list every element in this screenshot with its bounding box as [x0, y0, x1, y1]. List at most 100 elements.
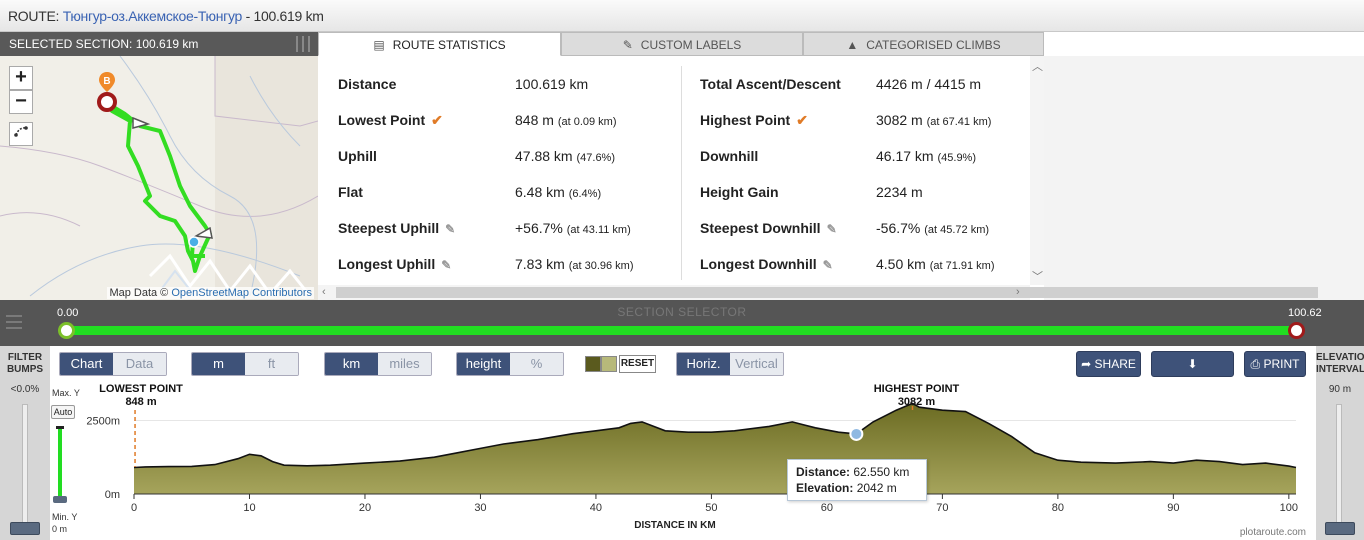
percent-button[interactable]: %: [510, 353, 563, 375]
scroll-right-icon[interactable]: ›: [1016, 286, 1020, 298]
zoom-in-button[interactable]: +: [9, 66, 33, 90]
stat-label-longest-uphill: Longest Uphill ✎: [338, 256, 452, 272]
stat-value-steepest-uphill: +56.7% (at 43.11 km): [515, 220, 631, 236]
reset-button[interactable]: RESET: [619, 355, 656, 373]
y-tick-label: 2500m: [86, 415, 120, 427]
stat-label-flat: Flat: [338, 184, 363, 200]
interval-slider-thumb[interactable]: [1325, 522, 1355, 535]
tab-categorised-climbs[interactable]: ▲ CATEGORISED CLIMBS: [803, 32, 1044, 56]
data-button[interactable]: Data: [113, 353, 166, 375]
orientation-toggle: Horiz. Vertical: [676, 352, 784, 376]
scroll-left-icon[interactable]: ‹: [322, 286, 326, 298]
filter-bumps-panel: FILTER BUMPS <0.0%: [0, 346, 50, 540]
share-icon: ➦: [1081, 357, 1092, 371]
pencil-icon[interactable]: ✎: [441, 258, 451, 272]
section-end-value: 100.62: [1288, 307, 1322, 319]
stat-value-longest-uphill: 7.83 km (at 30.96 km): [515, 256, 634, 272]
stats-horizontal-scrollbar[interactable]: ‹ ›: [318, 285, 1318, 300]
stat-label-steepest-uphill: Steepest Uphill ✎: [338, 220, 456, 236]
elevation-interval-panel: ELEVATION INTERVAL 90 m: [1316, 346, 1364, 540]
share-button[interactable]: ➦ SHARE: [1076, 351, 1141, 377]
interval-slider-track[interactable]: [1336, 404, 1342, 524]
stat-label-lowest: Lowest Point ✔: [338, 112, 443, 128]
stat-value-flat: 6.48 km (6.4%): [515, 184, 602, 200]
tab-custom-labels[interactable]: ✎ CUSTOM LABELS: [561, 32, 803, 56]
route-title: ROUTE: Тюнгур-оз.Аккемское-Тюнгур - 100.…: [8, 8, 324, 24]
section-selector: SECTION SELECTOR 0.00 100.62: [0, 300, 1364, 346]
stat-label-ascent: Total Ascent/Descent: [700, 76, 841, 92]
elevation-chart[interactable]: 0m 2500m 0 10 20 30 40 50 60 70 80 90 100 DISTANCE IN…: [50, 376, 1316, 540]
feet-button[interactable]: ft: [245, 353, 298, 375]
scroll-thumb[interactable]: [336, 287, 1318, 298]
x-tick-label: 60: [821, 502, 833, 514]
pencil-icon[interactable]: ✎: [827, 222, 837, 236]
chart-button[interactable]: Chart: [60, 353, 113, 375]
stat-label-longest-downhill: Longest Downhill ✎: [700, 256, 833, 272]
miles-button[interactable]: miles: [378, 353, 431, 375]
stats-vertical-scrollbar[interactable]: ︿ ﹀: [1030, 56, 1044, 285]
check-icon[interactable]: ✔: [431, 112, 443, 128]
plotaroute-credit: plotaroute.com: [1239, 527, 1306, 538]
map-canvas: [0, 56, 318, 300]
x-axis-title: DISTANCE IN KM: [634, 520, 715, 531]
section-end-handle[interactable]: [1288, 322, 1305, 339]
title-bar: ROUTE: Тюнгур-оз.Аккемское-Тюнгур - 100.…: [0, 0, 1364, 32]
stat-label-highest: Highest Point ✔: [700, 112, 808, 128]
x-tick-label: 80: [1052, 502, 1064, 514]
color-swatch-dark[interactable]: [585, 356, 601, 372]
pencil-icon[interactable]: ✎: [823, 258, 833, 272]
x-tick-label: 20: [359, 502, 371, 514]
meters-button[interactable]: m: [192, 353, 245, 375]
stat-label-downhill: Downhill: [700, 148, 759, 164]
stat-value-ascent: 4426 m / 4415 m: [876, 76, 982, 92]
vertical-button[interactable]: Vertical: [730, 353, 783, 375]
km-button[interactable]: km: [325, 353, 378, 375]
filter-slider-thumb[interactable]: [10, 522, 40, 535]
x-tick-label: 90: [1167, 502, 1179, 514]
route-map[interactable]: + − B Map Data © OpenStreetMap Contribut…: [0, 56, 318, 300]
view-toggle: Chart Data: [59, 352, 167, 376]
elevation-area: [134, 403, 1296, 494]
route-name[interactable]: Тюнгур-оз.Аккемское-Тюнгур: [63, 8, 243, 24]
x-tick-label: 50: [705, 502, 717, 514]
section-selector-title: SECTION SELECTOR: [617, 305, 747, 319]
marker-b-icon[interactable]: B: [96, 70, 118, 117]
filter-title: FILTER: [7, 352, 43, 363]
distance-unit-toggle: km miles: [324, 352, 432, 376]
scroll-down-icon[interactable]: ﹀: [1032, 268, 1043, 284]
stat-label-steepest-downhill: Steepest Downhill ✎: [700, 220, 837, 236]
filter-slider-track[interactable]: [22, 404, 28, 524]
download-button[interactable]: ⬇ DOWNLOAD: [1151, 351, 1234, 395]
unit-toggle: m ft: [191, 352, 299, 376]
selected-section-bar: SELECTED SECTION: 100.619 km: [0, 32, 318, 56]
right-empty-panel: [1044, 56, 1364, 300]
print-icon: ⎙: [1250, 357, 1261, 371]
color-swatch-light[interactable]: [601, 356, 617, 372]
check-icon[interactable]: ✔: [796, 112, 808, 128]
hover-marker: [849, 426, 864, 441]
pencil-icon[interactable]: ✎: [445, 222, 455, 236]
route-tool-icon[interactable]: [9, 122, 33, 146]
map-attribution: Map Data © OpenStreetMap Contributors: [107, 287, 314, 299]
scroll-up-icon[interactable]: ︿: [1032, 58, 1043, 74]
zoom-out-button[interactable]: −: [9, 90, 33, 114]
height-button[interactable]: height: [457, 353, 510, 375]
resize-grip-icon[interactable]: [296, 36, 310, 52]
chart-tooltip: Distance: 62.550 km Elevation: 2042 m: [787, 459, 927, 501]
tab-route-statistics[interactable]: ▤ ROUTE STATISTICS: [318, 32, 561, 56]
section-start-handle[interactable]: [58, 322, 75, 339]
x-tick-label: 100: [1280, 502, 1298, 514]
stats-divider: [681, 66, 682, 280]
osm-link[interactable]: OpenStreetMap Contributors: [171, 287, 312, 299]
stat-label-height-gain: Height Gain: [700, 184, 779, 200]
route-distance: - 100.619 km: [245, 8, 324, 24]
horizontal-button[interactable]: Horiz.: [677, 353, 730, 375]
stat-value-distance: 100.619 km: [515, 76, 589, 92]
x-tick-label: 30: [474, 502, 486, 514]
marker-b-text: B: [103, 76, 110, 87]
elevation-title: ELEVATION: [1316, 352, 1364, 363]
print-button[interactable]: ⎙ PRINT: [1244, 351, 1306, 377]
section-track[interactable]: [66, 326, 1296, 335]
download-icon: ⬇: [1187, 357, 1198, 371]
x-tick-label: 0: [131, 502, 137, 514]
